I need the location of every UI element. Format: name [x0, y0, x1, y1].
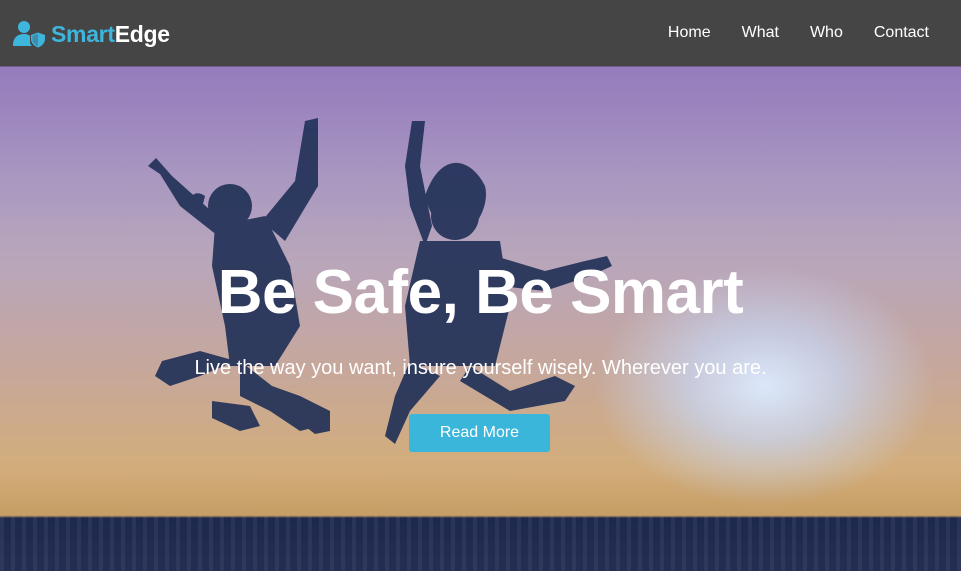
user-shield-icon: [13, 21, 45, 48]
read-more-button[interactable]: Read More: [409, 414, 550, 452]
page: SmartEdge Home What Who Contact Be Safe,…: [0, 0, 961, 571]
navbar: SmartEdge Home What Who Contact: [0, 0, 961, 66]
nav-link-home[interactable]: Home: [668, 0, 711, 66]
nav-link-what[interactable]: What: [742, 0, 779, 66]
brand-name: SmartEdge: [51, 21, 170, 48]
nav-link-contact[interactable]: Contact: [874, 0, 929, 66]
nav-link-who[interactable]: Who: [810, 0, 843, 66]
brand-name-part2: Edge: [114, 20, 170, 47]
hero-title: Be Safe, Be Smart: [217, 258, 744, 327]
hero-subtitle: Live the way you want, insure yourself w…: [194, 357, 767, 379]
brand-logo-link[interactable]: SmartEdge: [13, 17, 170, 51]
main-nav: Home What Who Contact: [637, 0, 929, 66]
brand-name-part1: Smart: [51, 20, 115, 47]
hero-section: Be Safe, Be Smart Live the way you want,…: [0, 66, 961, 571]
